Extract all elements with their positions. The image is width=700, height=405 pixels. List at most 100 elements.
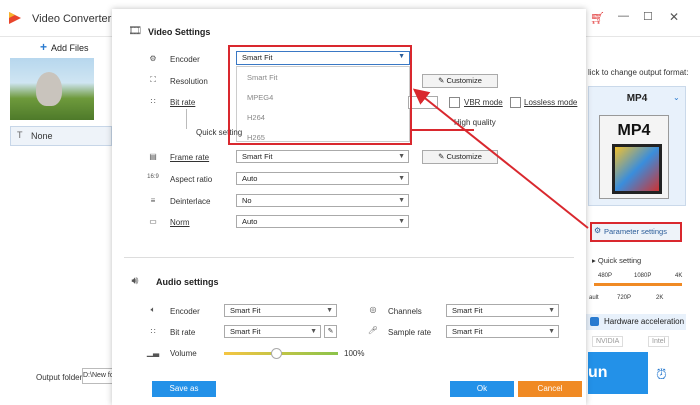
- nvidia-badge: NVIDIA: [592, 336, 624, 347]
- tick-2k: 2K: [656, 295, 664, 301]
- edit-icon: ✎: [438, 152, 445, 161]
- run-button[interactable]: un: [588, 352, 648, 394]
- quick-setting-label: ▸ Quick setting: [592, 256, 642, 265]
- vbr-checkbox[interactable]: [449, 97, 460, 108]
- quick-setting-slider[interactable]: [594, 283, 682, 286]
- customize-label: Customize: [446, 76, 482, 85]
- audio-settings-title: Audio settings: [156, 277, 219, 287]
- audio-encoder-value: Smart Fit: [230, 306, 261, 315]
- quick-setting-connector: [186, 109, 187, 129]
- encoder-label: Encoder: [170, 55, 200, 64]
- dropdown-arrow-icon: ▼: [398, 175, 405, 182]
- section-divider: [124, 257, 574, 258]
- audio-bitrate-edit-button[interactable]: ✎: [324, 325, 337, 338]
- thumbnail-character: [36, 72, 62, 106]
- volume-value: 100%: [344, 349, 365, 358]
- dropdown-arrow-icon: ▼: [548, 307, 555, 314]
- ok-button[interactable]: Ok: [450, 381, 514, 397]
- bitrate-value-field[interactable]: [408, 96, 438, 109]
- aspect-ratio-select[interactable]: Auto ▼: [236, 172, 409, 185]
- plus-icon: +: [40, 40, 48, 54]
- framerate-icon: ▤: [149, 152, 157, 161]
- audio-encoder-select[interactable]: Smart Fit ▼: [224, 304, 337, 317]
- audio-bitrate-select[interactable]: Smart Fit ▼: [224, 325, 321, 338]
- sample-rate-value: Smart Fit: [452, 327, 483, 336]
- hardware-acceleration-label: Hardware acceleration: [604, 317, 685, 326]
- norm-select[interactable]: Auto ▼: [236, 215, 409, 228]
- norm-value: Auto: [242, 217, 258, 226]
- video-thumbnail[interactable]: [10, 58, 94, 120]
- audio-bitrate-label: Bit rate: [170, 328, 196, 337]
- aspect-ratio-icon: 16:9: [147, 174, 159, 180]
- mp4-format-icon: MP4: [599, 115, 669, 199]
- cancel-button[interactable]: Cancel: [518, 381, 582, 397]
- parameter-settings-label: Parameter settings: [604, 227, 667, 236]
- audio-settings-icon: 🔊︎: [131, 275, 139, 287]
- save-as-button[interactable]: Save as: [152, 381, 216, 397]
- output-folder-label: Output folder:: [36, 373, 85, 382]
- hardware-acceleration-checkbox[interactable]: [590, 317, 599, 326]
- customize-label: Customize: [446, 152, 482, 161]
- maximize-button[interactable]: ☐: [643, 10, 653, 23]
- volume-slider-handle[interactable]: [271, 348, 283, 359]
- close-button[interactable]: ✕: [669, 10, 679, 24]
- deinterlace-select[interactable]: No ▼: [236, 194, 409, 207]
- audio-encoder-label: Encoder: [170, 307, 200, 316]
- subtitle-row[interactable]: T None: [10, 126, 112, 146]
- audio-bitrate-value: Smart Fit: [230, 327, 261, 336]
- subtitle-value: None: [31, 131, 53, 141]
- resolution-icon: ⛶: [150, 75, 156, 84]
- norm-label: Norm: [170, 218, 190, 227]
- lossless-label: Lossless mode: [524, 98, 578, 107]
- lossless-checkbox[interactable]: [510, 97, 521, 108]
- tick-default: ault: [589, 295, 599, 301]
- framerate-label: Frame rate: [170, 153, 210, 162]
- video-settings-dialog: 🎞︎ Video Settings ⚙ Encoder Smart Fit ▼ …: [112, 9, 586, 405]
- app-logo-icon: [8, 11, 22, 25]
- bitrate-label: Bit rate: [170, 98, 196, 107]
- run-label: un: [588, 364, 608, 381]
- add-files-label: Add Files: [51, 43, 89, 53]
- dropdown-arrow-icon: ▼: [548, 328, 555, 335]
- pencil-icon: ✎: [327, 328, 334, 335]
- encoder-icon: ⚙: [149, 54, 157, 63]
- minimize-button[interactable]: —: [618, 10, 629, 22]
- framerate-customize-button[interactable]: ✎ Customize: [422, 150, 498, 164]
- volume-label: Volume: [170, 349, 197, 358]
- output-format-selector[interactable]: MP4 ⌄ MP4: [588, 86, 686, 206]
- dropdown-arrow-icon: ▼: [310, 328, 317, 335]
- aspect-ratio-label: Aspect ratio: [170, 175, 213, 184]
- parameter-settings-button[interactable]: ⚙ Parameter settings: [590, 222, 682, 242]
- quality-slider[interactable]: [412, 129, 474, 131]
- bitrate-icon: ∷: [150, 97, 156, 106]
- channels-label: Channels: [388, 307, 422, 316]
- gear-icon: ⚙: [594, 226, 602, 235]
- sample-rate-select[interactable]: Smart Fit ▼: [446, 325, 559, 338]
- deinterlace-icon: ≡: [150, 196, 156, 205]
- dropdown-arrow-icon: ▼: [398, 197, 405, 204]
- alarm-clock-icon[interactable]: ⏰︎: [656, 366, 667, 383]
- high-quality-label: High quality: [454, 118, 496, 127]
- framerate-select[interactable]: Smart Fit ▼: [236, 150, 409, 163]
- hardware-acceleration-toggle[interactable]: Hardware acceleration: [586, 314, 686, 330]
- audio-encoder-icon: 🔈︎: [150, 305, 156, 314]
- film-icon: [612, 144, 662, 194]
- edit-icon: ✎: [438, 76, 445, 85]
- cart-icon[interactable]: 🛒︎: [590, 11, 605, 25]
- chevron-down-icon: ⌄: [673, 93, 680, 102]
- output-folder-field[interactable]: D:\New fo: [82, 368, 114, 384]
- channels-select[interactable]: Smart Fit ▼: [446, 304, 559, 317]
- resolution-label: Resolution: [170, 77, 208, 86]
- audio-bitrate-icon: ∷: [150, 327, 156, 336]
- dropdown-arrow-icon: ▼: [398, 218, 405, 225]
- sample-rate-label: Sample rate: [388, 328, 432, 337]
- add-files-button[interactable]: + Add Files: [40, 40, 89, 54]
- microphone-icon: 🎤︎: [367, 326, 379, 335]
- video-settings-title: Video Settings: [148, 27, 211, 37]
- volume-bars-icon: ▁▃: [146, 348, 160, 357]
- aspect-ratio-value: Auto: [242, 174, 258, 183]
- vbr-label: VBR mode: [464, 98, 503, 107]
- video-settings-icon: 🎞︎: [128, 25, 142, 37]
- resolution-customize-button[interactable]: ✎ Customize: [422, 74, 498, 88]
- app-title: Video Converter: [32, 13, 112, 25]
